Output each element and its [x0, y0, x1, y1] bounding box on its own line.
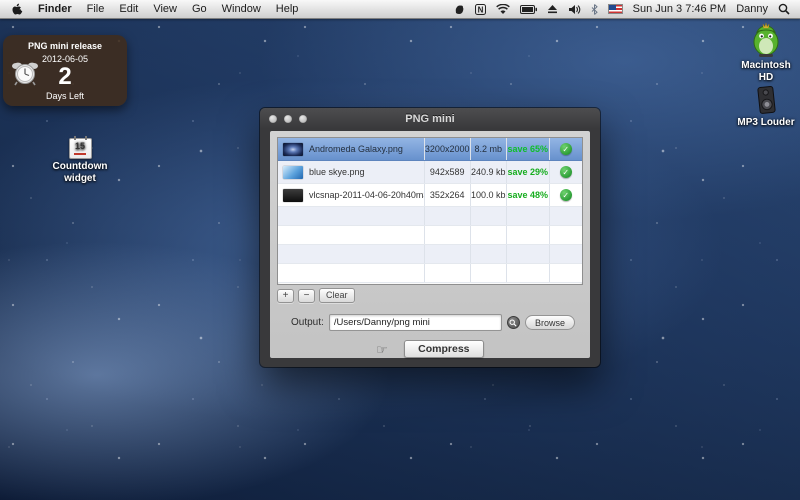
table-row[interactable]: Andromeda Galaxy.png 3200x2000 8.2 mb sa…: [278, 138, 582, 161]
menu-item-view[interactable]: View: [153, 3, 177, 15]
input-menu-icon[interactable]: N: [475, 4, 486, 15]
green-creature-drive-icon: [735, 22, 797, 58]
file-table-body: Andromeda Galaxy.png 3200x2000 8.2 mb sa…: [278, 138, 582, 283]
file-dimensions: [424, 245, 470, 263]
file-thumbnail: [283, 143, 303, 156]
spotlight-search-icon[interactable]: [778, 3, 790, 15]
menu-user[interactable]: Danny: [736, 3, 768, 15]
file-thumbnail: [283, 166, 303, 179]
file-dimensions: 942x589: [424, 161, 470, 183]
file-dimensions: [424, 226, 470, 244]
clear-button[interactable]: Clear: [319, 288, 355, 303]
desktop-icon-label: MP3 Louder: [735, 117, 797, 129]
check-icon: ✓: [560, 143, 572, 155]
table-row[interactable]: vlcsnap-2011-04-06-20h40m36s165.png 352x…: [278, 184, 582, 207]
file-dimensions: [424, 207, 470, 225]
calendar-day: 15: [70, 140, 91, 152]
png-mini-window: PNG mini Andromeda Galaxy.png 3200x2000 …: [260, 108, 600, 367]
file-thumbnail: [283, 189, 303, 202]
file-name: Andromeda Galaxy.png: [309, 144, 403, 154]
save-percentage: save 48%: [506, 184, 549, 206]
save-percentage: [506, 264, 549, 282]
output-path-input[interactable]: [329, 314, 502, 331]
table-toolbar: + − Clear: [277, 288, 583, 303]
apple-menu-icon[interactable]: [11, 2, 23, 16]
remove-file-button[interactable]: −: [298, 289, 315, 303]
battery-icon[interactable]: [520, 5, 537, 14]
file-size: [470, 264, 506, 282]
volume-icon[interactable]: [568, 4, 581, 15]
table-row[interactable]: [278, 245, 582, 264]
window-content: Andromeda Galaxy.png 3200x2000 8.2 mb sa…: [270, 131, 590, 358]
menu-item-help[interactable]: Help: [276, 3, 299, 15]
save-percentage: [506, 245, 549, 263]
bluetooth-icon[interactable]: [591, 4, 598, 15]
widget-days-label: Days Left: [3, 91, 127, 101]
file-dimensions: 3200x2000: [424, 138, 470, 160]
compress-row: ☞ Compress: [277, 340, 583, 358]
table-row[interactable]: [278, 207, 582, 226]
wifi-icon[interactable]: [496, 4, 510, 15]
check-icon: ✓: [560, 166, 572, 178]
add-file-button[interactable]: +: [277, 289, 294, 303]
pointing-hand-icon: ☞: [376, 343, 388, 356]
output-label: Output:: [291, 317, 324, 328]
file-size: [470, 226, 506, 244]
menu-item-file[interactable]: File: [87, 3, 105, 15]
browse-button[interactable]: Browse: [525, 315, 575, 330]
menu-item-finder[interactable]: Finder: [38, 3, 72, 15]
countdown-widget[interactable]: PNG mini release 2012-06-05 2 Days Left: [3, 35, 127, 106]
desktop-icon-mp3-louder[interactable]: MP3 Louder: [735, 85, 797, 129]
file-name: blue skye.png: [309, 167, 365, 177]
menu-item-window[interactable]: Window: [222, 3, 261, 15]
file-size: 100.0 kb: [470, 184, 506, 206]
window-title: PNG mini: [260, 113, 600, 125]
desktop-icon-macintosh-hd[interactable]: Macintosh HD: [735, 22, 797, 84]
file-size: 240.9 kb: [470, 161, 506, 183]
file-dimensions: 352x264: [424, 184, 470, 206]
compress-button[interactable]: Compress: [404, 340, 484, 358]
desktop-icon-label: Macintosh HD: [735, 60, 797, 84]
us-flag-icon[interactable]: [608, 4, 623, 14]
zoom-button[interactable]: [299, 115, 307, 123]
menu-bar: Finder File Edit View Go Window Help N S…: [0, 0, 800, 19]
desktop-icon-countdown-widget[interactable]: 15 Countdown widget: [25, 138, 135, 185]
check-icon: ✓: [560, 189, 572, 201]
eject-icon[interactable]: [547, 4, 558, 14]
save-percentage: [506, 207, 549, 225]
save-percentage: save 29%: [506, 161, 549, 183]
table-row[interactable]: [278, 226, 582, 245]
menu-clock[interactable]: Sun Jun 3 7:46 PM: [633, 3, 727, 15]
output-row: Output: Browse: [277, 314, 583, 331]
file-size: 8.2 mb: [470, 138, 506, 160]
save-percentage: save 65%: [506, 138, 549, 160]
file-table: Andromeda Galaxy.png 3200x2000 8.2 mb sa…: [277, 137, 583, 285]
magnifier-icon[interactable]: [507, 316, 520, 329]
calendar-icon: 15: [69, 138, 92, 159]
svg-text:N: N: [477, 5, 483, 14]
file-size: [470, 207, 506, 225]
save-percentage: [506, 226, 549, 244]
app-status-icon[interactable]: [454, 4, 465, 15]
desktop-icon-label: Countdown widget: [45, 161, 115, 185]
widget-title: PNG mini release: [3, 41, 127, 51]
table-row[interactable]: blue skye.png 942x589 240.9 kb save 29% …: [278, 161, 582, 184]
file-size: [470, 245, 506, 263]
file-name: vlcsnap-2011-04-06-20h40m36s165.png: [309, 190, 424, 200]
file-dimensions: [424, 264, 470, 282]
speaker-icon: [735, 85, 797, 115]
minimize-button[interactable]: [284, 115, 292, 123]
window-title-bar[interactable]: PNG mini: [260, 108, 600, 129]
menu-item-go[interactable]: Go: [192, 3, 207, 15]
menu-item-edit[interactable]: Edit: [119, 3, 138, 15]
close-button[interactable]: [269, 115, 277, 123]
alarm-clock-icon: [12, 60, 38, 92]
table-row[interactable]: [278, 264, 582, 283]
